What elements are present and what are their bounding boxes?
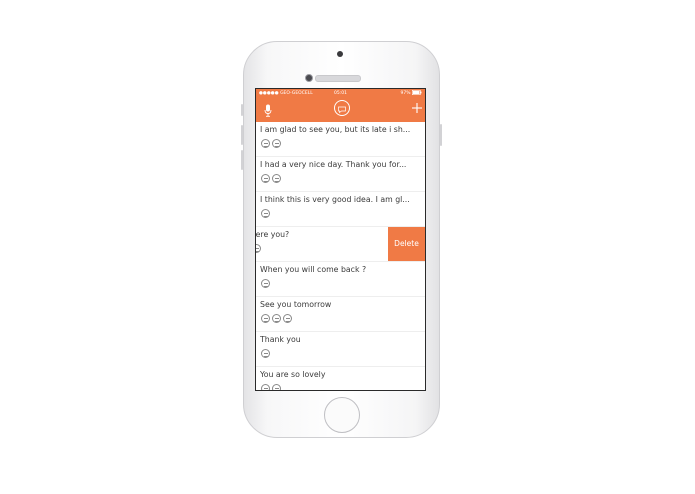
list-item[interactable]: I am glad to see you, but its late i sh.… — [256, 122, 425, 157]
volume-down-button — [241, 150, 243, 170]
message-icons — [261, 349, 270, 358]
message-icons — [261, 139, 281, 148]
message-content: I had a very nice day. Thank you for... — [260, 157, 425, 191]
volume-up-button — [241, 125, 243, 145]
message-list: I am glad to see you, but its late i sh.… — [256, 122, 425, 390]
message-text: You are so lovely — [260, 370, 326, 379]
front-camera — [305, 74, 313, 82]
message-content: You are so lovely — [260, 367, 425, 390]
chat-bubble-icon — [256, 244, 261, 253]
battery-level: 97% — [401, 89, 422, 98]
message-text: I am glad to see you, but its late i sh.… — [260, 125, 411, 134]
list-item[interactable]: When you will come back ? — [256, 262, 425, 297]
chat-bubble-icon — [272, 314, 281, 323]
message-icons — [261, 209, 270, 218]
chat-bubble-icon — [272, 174, 281, 183]
message-content: Thank you — [260, 332, 425, 366]
chat-bubble-icon — [338, 106, 346, 114]
message-icons — [261, 384, 281, 390]
app-logo-icon — [334, 100, 350, 116]
power-button — [440, 124, 442, 146]
message-text: I think this is very good idea. I am gl.… — [260, 195, 410, 204]
message-content: When you will come back ? — [260, 262, 425, 296]
list-item[interactable]: See you tomorrow — [256, 297, 425, 332]
battery-percent: 97% — [400, 91, 411, 96]
chat-bubble-icon — [261, 139, 270, 148]
message-content: I am glad to see you, but its late i sh.… — [260, 122, 425, 156]
message-text: Thank you — [260, 335, 301, 344]
chat-bubble-icon — [272, 139, 281, 148]
delete-button[interactable]: Delete — [388, 227, 425, 261]
battery-icon — [412, 90, 422, 96]
chat-bubble-icon — [261, 209, 270, 218]
nav-bar — [256, 98, 425, 122]
chat-bubble-icon — [261, 384, 270, 390]
microphone-icon[interactable] — [264, 104, 272, 117]
chat-bubble-icon — [261, 349, 270, 358]
message-text: I had a very nice day. Thank you for... — [260, 160, 407, 169]
list-item[interactable]: I think this is very good idea. I am gl.… — [256, 192, 425, 227]
list-item[interactable]: Thank you — [256, 332, 425, 367]
chat-bubble-icon — [272, 384, 281, 390]
list-item[interactable]: I had a very nice day. Thank you for... — [256, 157, 425, 192]
proximity-sensor — [337, 51, 343, 57]
message-icons — [261, 279, 270, 288]
chat-bubble-icon — [261, 279, 270, 288]
list-item[interactable]: vere you?Delete — [256, 227, 425, 262]
ear-speaker — [315, 75, 361, 82]
chat-bubble-icon — [261, 174, 270, 183]
status-bar: ●●●●● GEO-GEOCELL 05:01 97% — [256, 89, 425, 98]
phone-screen: ●●●●● GEO-GEOCELL 05:01 97% I am glad to… — [255, 88, 426, 391]
message-content: I think this is very good idea. I am gl.… — [260, 192, 425, 226]
message-content: See you tomorrow — [260, 297, 425, 331]
list-item[interactable]: You are so lovely — [256, 367, 425, 390]
message-text: When you will come back ? — [260, 265, 367, 274]
home-button[interactable] — [324, 397, 360, 433]
plus-icon[interactable] — [411, 102, 423, 114]
mute-switch — [241, 104, 243, 116]
message-icons — [261, 174, 281, 183]
message-text: See you tomorrow — [260, 300, 332, 309]
message-icons — [256, 244, 261, 253]
message-icons — [261, 314, 292, 323]
chat-bubble-icon — [283, 314, 292, 323]
chat-bubble-icon — [261, 314, 270, 323]
